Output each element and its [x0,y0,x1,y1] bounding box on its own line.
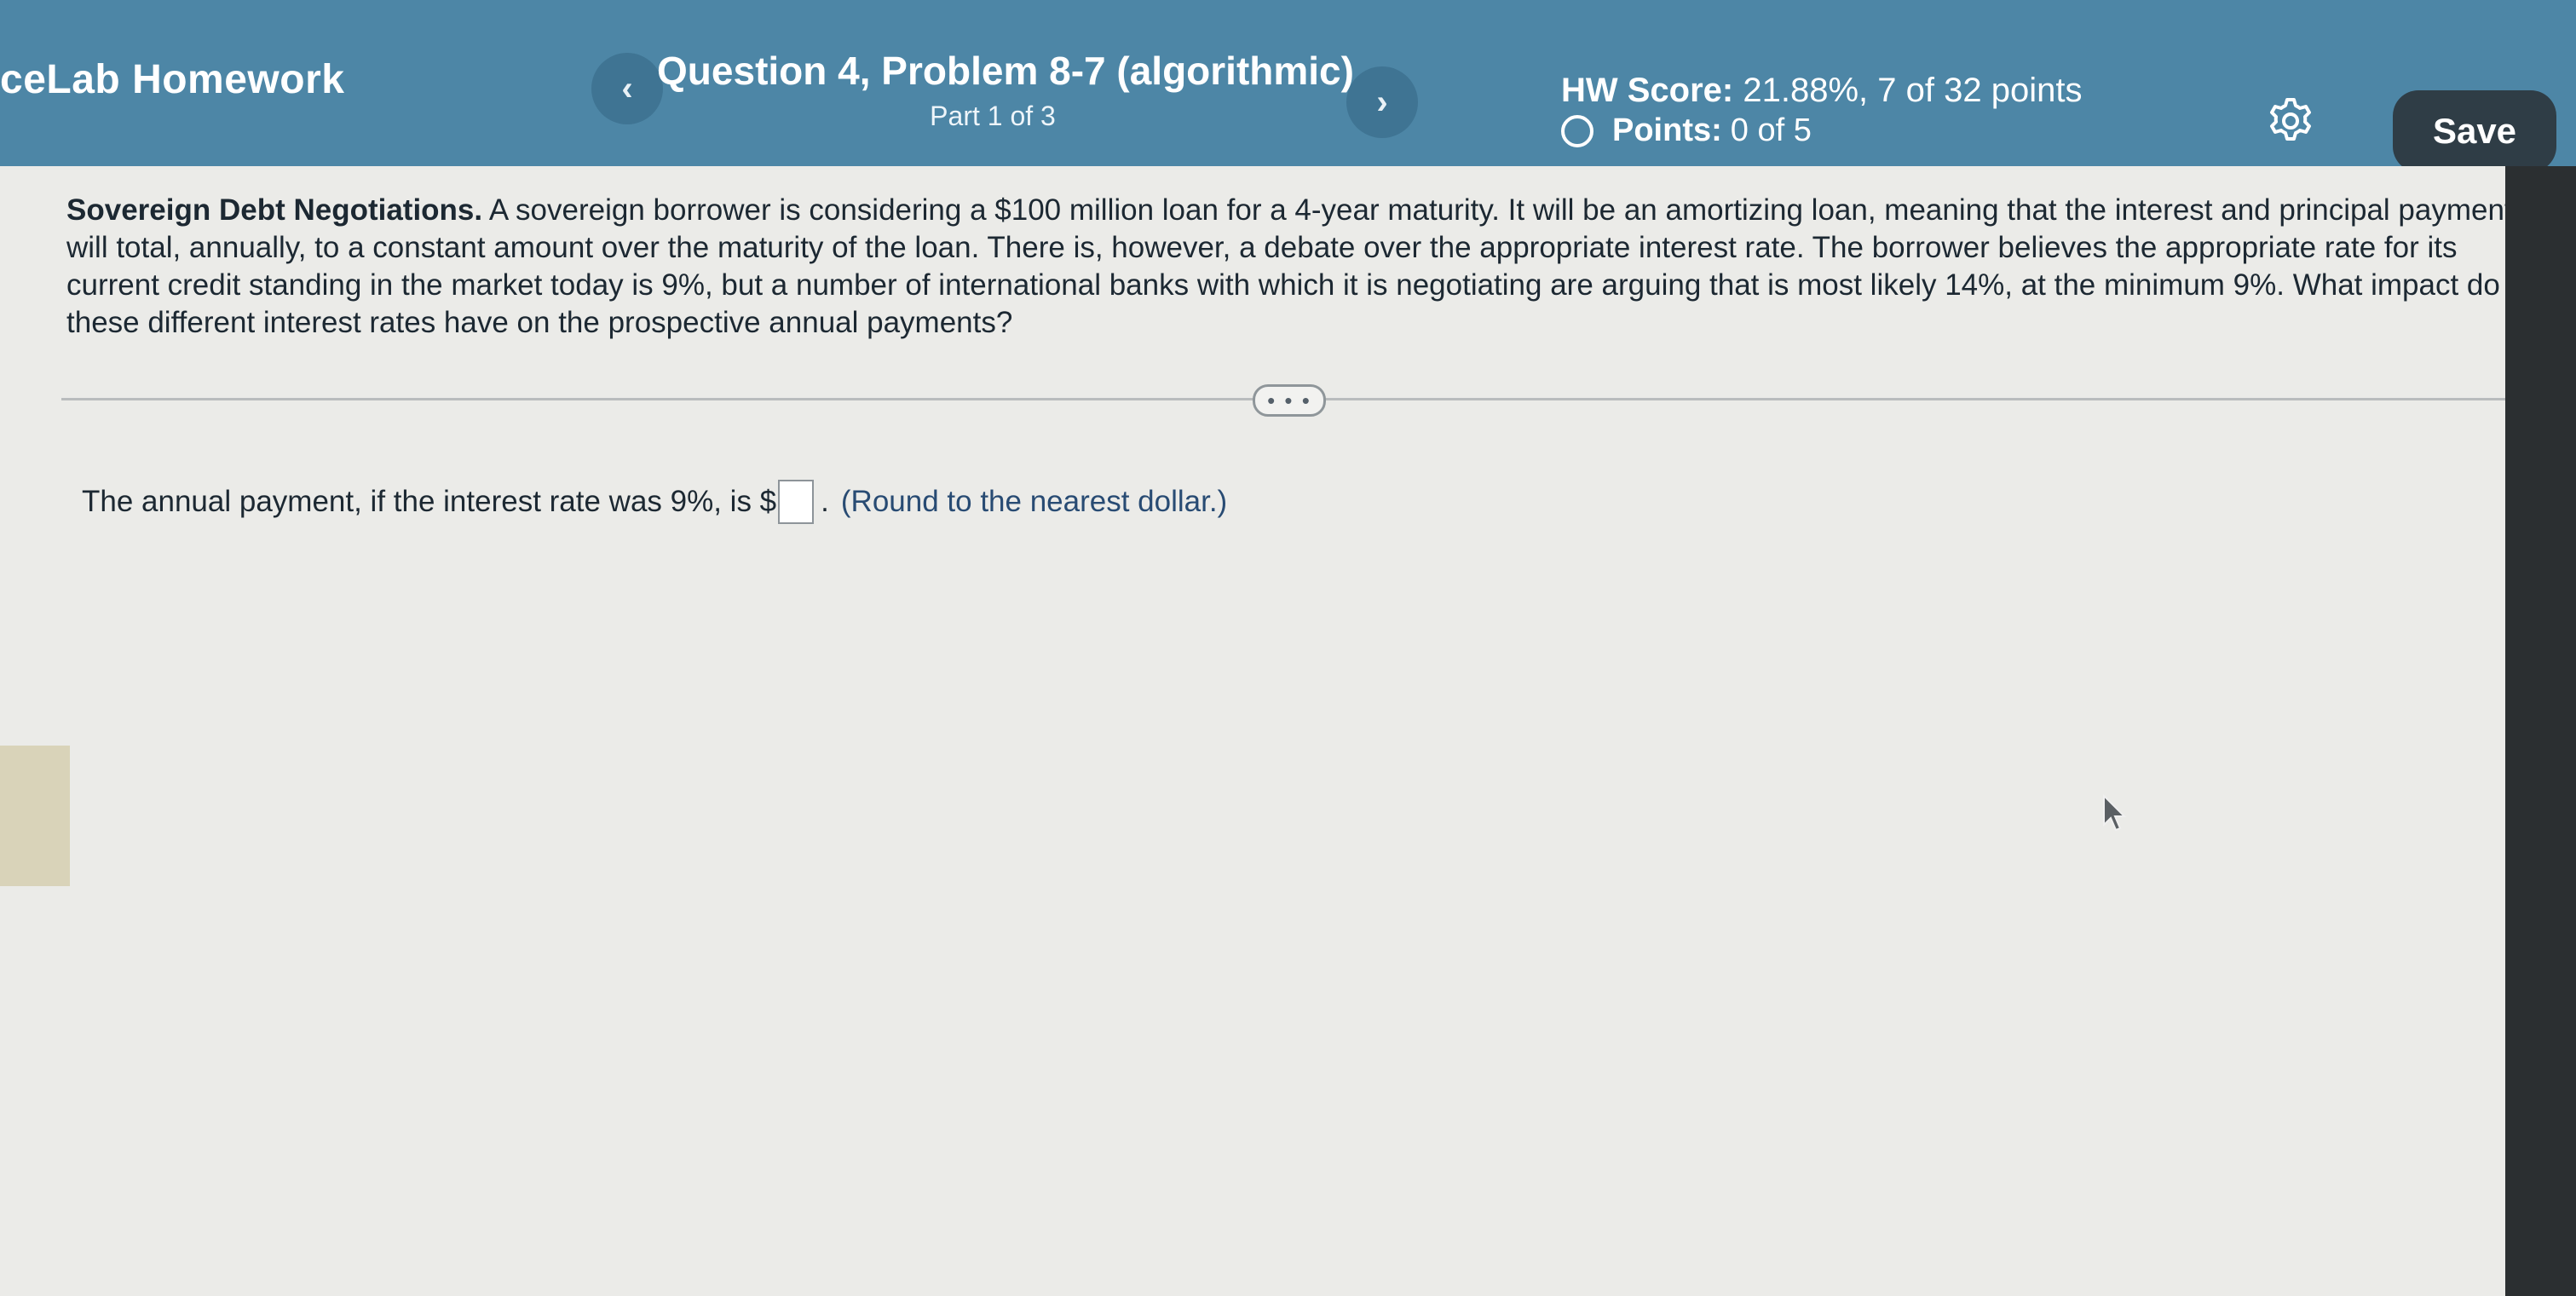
rounding-hint: (Round to the nearest dollar.) [840,485,1228,518]
next-question-button[interactable]: › [1346,66,1418,138]
top-bar: ceLab Homework ‹ Question 4, Problem 8-7… [0,0,2576,172]
expand-button[interactable]: • • • [1253,384,1326,417]
problem-title: Sovereign Debt Negotiations. [66,193,483,227]
side-tab [0,746,70,886]
status-circle-icon [1561,114,1593,147]
answer-suffix: . [821,485,829,518]
points-status: Points: 0 of 5 [1561,112,1812,149]
gear-icon[interactable] [2267,97,2314,145]
hw-score-value: 21.88%, 7 of 32 points [1743,72,2083,109]
answer-prompt: The annual payment, if the interest rate… [82,485,777,518]
question-content: Sovereign Debt Negotiations. A sovereign… [0,166,2550,1296]
app-title: ceLab Homework [0,57,345,102]
screen-edge [2505,166,2576,1296]
question-title: Question 4, Problem 8-7 (algorithmic) [657,49,1354,93]
save-button[interactable]: Save [2393,90,2556,172]
points-label: Points: [1612,112,1722,148]
chevron-left-icon: ‹ [621,69,633,107]
hw-score: HW Score: 21.88%, 7 of 32 points [1561,72,2082,110]
mouse-cursor-icon [2103,794,2127,832]
hw-score-label: HW Score: [1561,72,1734,109]
answer-line: The annual payment, if the interest rate… [82,480,1227,524]
points-value: 0 of 5 [1730,112,1812,148]
problem-statement: Sovereign Debt Negotiations. A sovereign… [66,192,2538,342]
question-part: Part 1 of 3 [930,101,1056,131]
answer-input[interactable] [778,480,815,524]
chevron-right-icon: › [1376,83,1388,121]
